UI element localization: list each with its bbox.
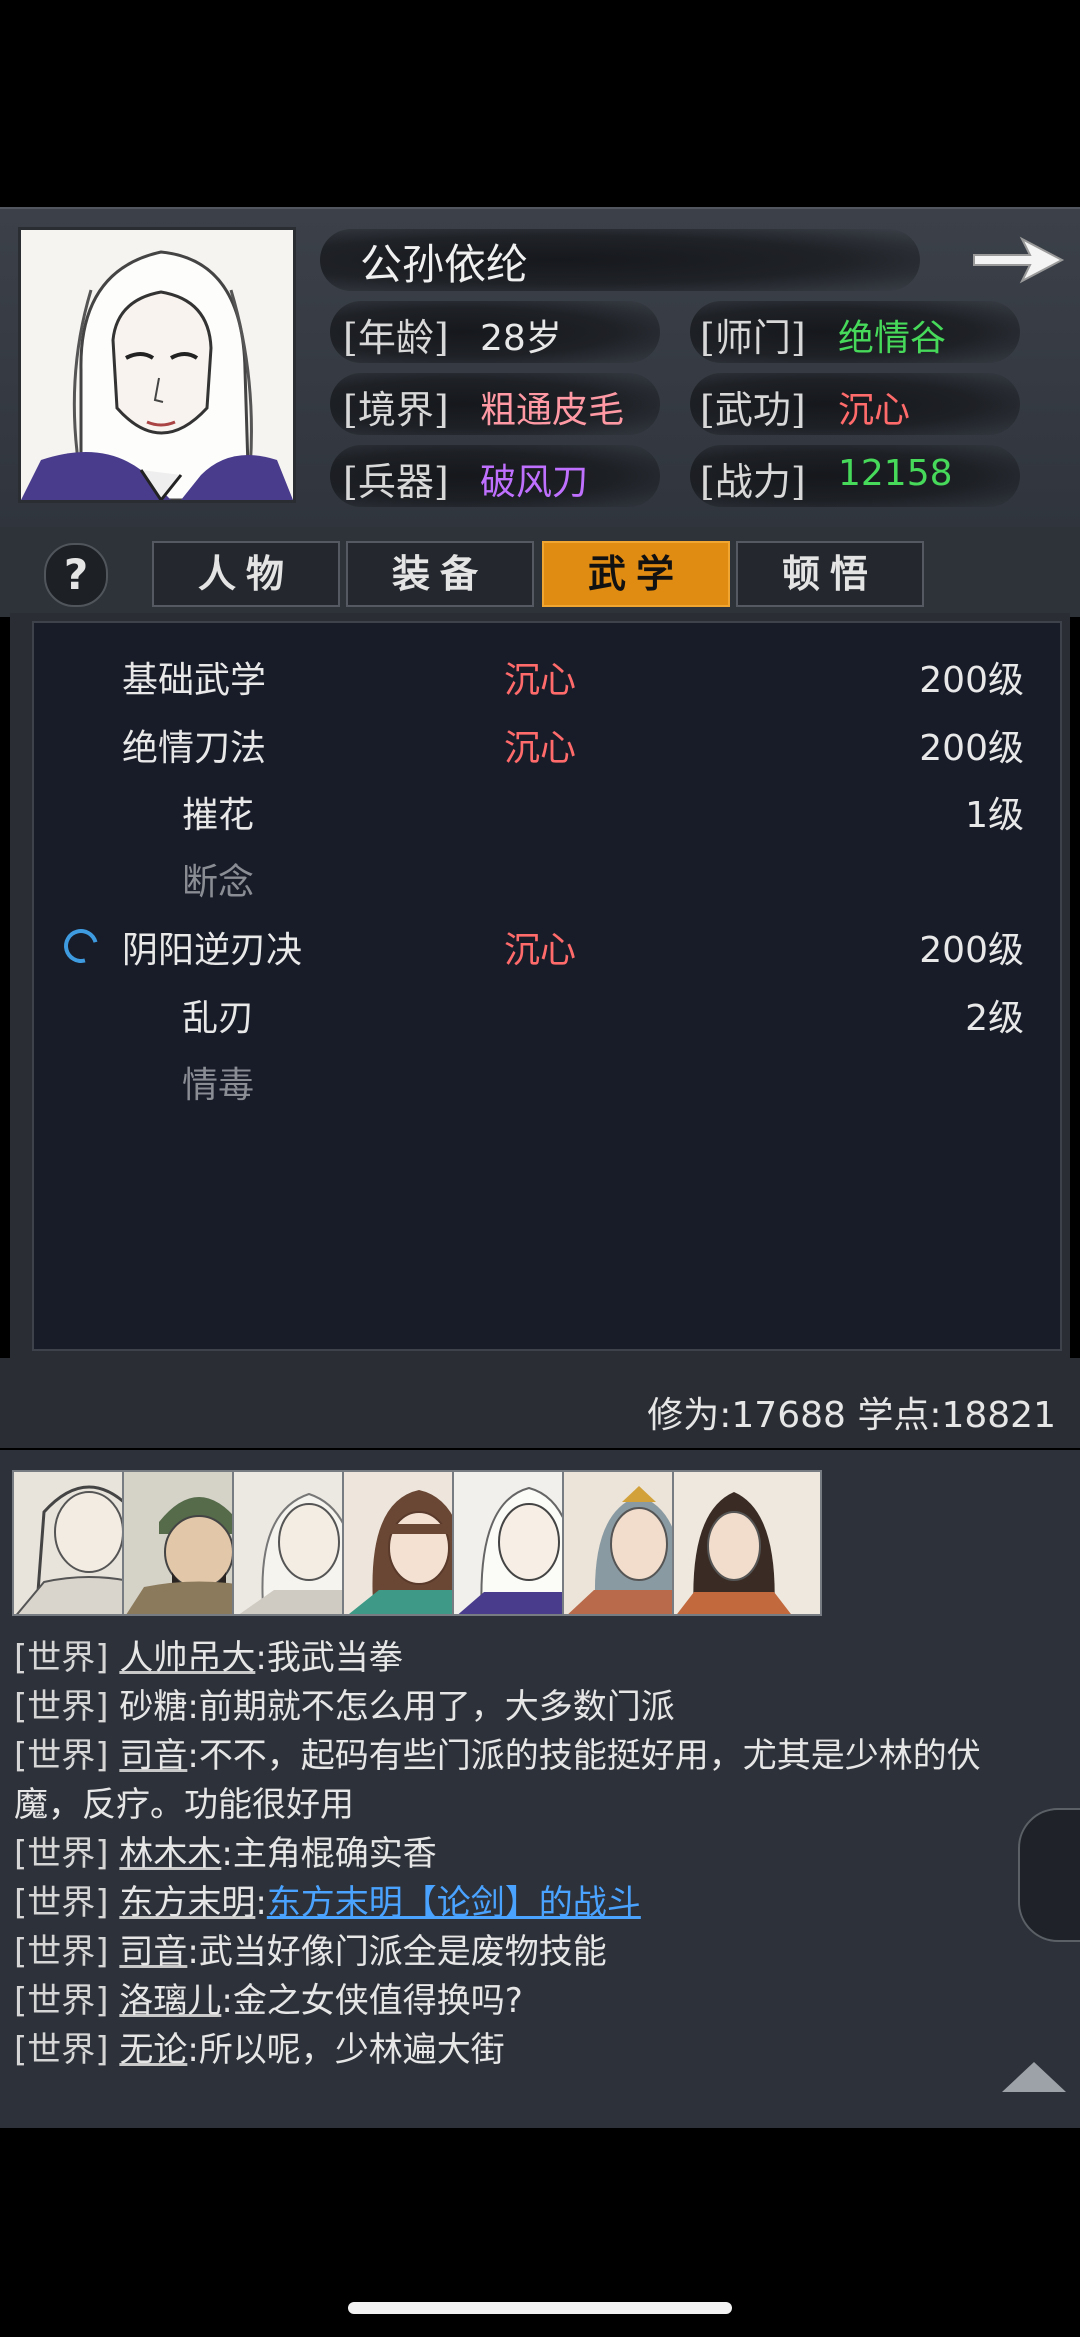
stat-value-power: 12158 (838, 453, 953, 494)
chat-username[interactable]: 林木木 (119, 1834, 221, 1874)
skill-level: 1级 (965, 795, 1024, 836)
tab-equipment[interactable]: 装备 (346, 541, 534, 607)
skill-list-panel: 基础武学 沉心 200级 绝情刀法 沉心 200级 摧花 1级 断念 阴阳逆刃决… (10, 613, 1070, 1358)
skill-row[interactable]: 绝情刀法 沉心 200级 (34, 711, 1060, 775)
chat-message: [世界] 无论:所以呢，少林遍大街 (14, 2022, 505, 2071)
skill-list: 基础武学 沉心 200级 绝情刀法 沉心 200级 摧花 1级 断念 阴阳逆刃决… (32, 621, 1062, 1351)
chat-channel: [世界] (14, 1981, 109, 2021)
chat-message: [世界] 人帅吊大:我武当拳 (14, 1630, 403, 1679)
skill-name: 情毒 (182, 1065, 255, 1106)
skill-row[interactable]: 基础武学 沉心 200级 (34, 643, 1060, 707)
skill-row[interactable]: 断念 (34, 845, 1060, 909)
chat-channel: [世界] (14, 1638, 109, 1678)
chat-message-continued: 魔，反疗。功能很好用 (14, 1777, 354, 1826)
chat-area: [世界] 人帅吊大:我武当拳 [世界] 砂糖:前期就不怎么用了，大多数门派 [世… (0, 1450, 1080, 2128)
chat-message: [世界] 司音:不不，起码有些门派的技能挺好用，尤其是少林的伏 (14, 1728, 981, 1777)
skill-level: 2级 (965, 998, 1024, 1039)
chat-username[interactable]: 司音 (119, 1932, 187, 1972)
skill-name: 基础武学 (122, 660, 267, 701)
side-menu-button[interactable] (1018, 1808, 1080, 1942)
chat-message: [世界] 洛璃儿:金之女侠值得换吗? (14, 1973, 523, 2022)
chat-separator: : (255, 1638, 267, 1678)
chat-username[interactable]: 砂糖 (119, 1687, 187, 1727)
chat-separator: : (255, 1883, 267, 1923)
tab-character[interactable]: 人物 (152, 541, 340, 607)
loading-spinner-icon (57, 922, 105, 970)
chat-channel: [世界] (14, 1736, 109, 1776)
stat-label-realm: [境界] (343, 388, 449, 432)
stat-label-sect: [师门] (700, 316, 806, 360)
chat-channel: [世界] (14, 1687, 109, 1727)
skill-level: 200级 (919, 930, 1024, 971)
stat-label-weapon: [兵器] (343, 460, 449, 504)
chat-username[interactable]: 东方末明 (119, 1883, 255, 1923)
chat-message: [世界] 东方末明:东方末明【论剑】的战斗 (14, 1875, 641, 1924)
chat-username[interactable]: 无论 (119, 2030, 187, 2070)
cultivation-points: 修为:17688 学点:18821 (647, 1395, 1056, 1436)
chat-text: 金之女侠值得换吗? (232, 1981, 523, 2021)
chat-separator: : (221, 1981, 233, 2021)
party-avatar[interactable] (672, 1470, 822, 1616)
expand-chat-triangle-icon[interactable] (1002, 2062, 1066, 2092)
chat-username[interactable]: 司音 (119, 1736, 187, 1776)
character-portrait[interactable] (18, 227, 296, 503)
skill-name: 绝情刀法 (122, 728, 267, 769)
chat-separator: : (187, 1736, 199, 1776)
chat-channel: [世界] (14, 2030, 109, 2070)
home-indicator[interactable] (348, 2302, 732, 2314)
chat-separator: : (187, 1932, 199, 1972)
skill-row[interactable]: 阴阳逆刃决 沉心 200级 (34, 913, 1060, 977)
chat-separator: : (187, 2030, 199, 2070)
skill-row[interactable]: 摧花 1级 (34, 778, 1060, 842)
points-bar: 修为:17688 学点:18821 (0, 1358, 1080, 1448)
chat-username[interactable]: 洛璃儿 (119, 1981, 221, 2021)
stat-label-age: [年龄] (343, 316, 449, 360)
skill-level: 200级 (919, 728, 1024, 769)
skill-row[interactable]: 乱刃 2级 (34, 981, 1060, 1045)
chat-channel: [世界] (14, 1932, 109, 1972)
skill-name: 摧花 (182, 795, 255, 836)
chat-text: 武当好像门派全是废物技能 (198, 1932, 607, 1972)
profile-panel: 公孙依纶 [年龄] 28岁 [师门] 绝情谷 [境界] 粗通皮毛 [武功] 沉心… (0, 207, 1080, 527)
tab-enlightenment[interactable]: 顿悟 (736, 541, 924, 607)
stat-label-power: [战力] (700, 460, 806, 504)
chat-message: [世界] 砂糖:前期就不怎么用了，大多数门派 (14, 1679, 675, 1728)
chat-text: 我武当拳 (266, 1638, 403, 1678)
stat-value-weapon: 破风刀 (480, 462, 589, 503)
battle-replay-link[interactable]: 东方末明【论剑】的战斗 (267, 1883, 641, 1923)
chat-text: 主角棍确实香 (232, 1834, 437, 1874)
chat-message: [世界] 司音:武当好像门派全是废物技能 (14, 1924, 607, 1973)
next-character-arrow-icon[interactable] (970, 229, 1066, 291)
skill-name: 阴阳逆刃决 (122, 930, 303, 971)
skill-state: 沉心 (504, 728, 577, 769)
character-name: 公孙依纶 (360, 240, 529, 289)
party-avatar-strip (12, 1470, 1080, 1618)
chat-text: 所以呢，少林遍大街 (198, 2030, 505, 2070)
skill-level: 200级 (919, 660, 1024, 701)
chat-text: 魔，反疗。功能很好用 (14, 1785, 354, 1825)
chat-channel: [世界] (14, 1834, 109, 1874)
chat-message: [世界] 林木木:主角棍确实香 (14, 1826, 437, 1875)
skill-name: 断念 (182, 862, 255, 903)
chat-separator: : (221, 1834, 233, 1874)
help-button[interactable]: ? (44, 543, 108, 607)
chat-text: 前期就不怎么用了，大多数门派 (198, 1687, 675, 1727)
tab-martial-arts[interactable]: 武学 (542, 541, 730, 607)
tab-bar: ? 人物 装备 武学 顿悟 (0, 527, 1080, 617)
skill-state: 沉心 (504, 660, 577, 701)
chat-username[interactable]: 人帅吊大 (119, 1638, 255, 1678)
skill-name: 乱刃 (182, 998, 255, 1039)
stat-value-martial: 沉心 (838, 390, 911, 431)
stat-value-realm: 粗通皮毛 (480, 390, 625, 431)
character-portrait-image (21, 230, 293, 500)
skill-state: 沉心 (504, 930, 577, 971)
chat-separator: : (187, 1687, 199, 1727)
skill-row[interactable]: 情毒 (34, 1048, 1060, 1112)
chat-channel: [世界] (14, 1883, 109, 1923)
stat-value-age: 28岁 (480, 318, 562, 359)
stat-value-sect: 绝情谷 (838, 318, 947, 359)
chat-text: 不不，起码有些门派的技能挺好用，尤其是少林的伏 (198, 1736, 981, 1776)
stat-label-martial: [武功] (700, 388, 806, 432)
